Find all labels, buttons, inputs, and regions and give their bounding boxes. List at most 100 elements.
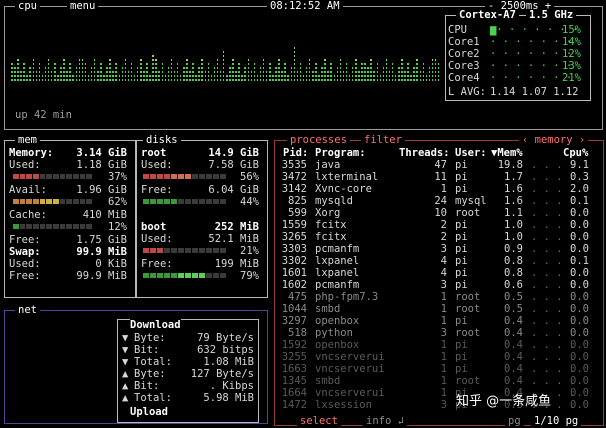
cpu-graph-dot bbox=[312, 75, 314, 77]
cpu-graph-dot bbox=[312, 79, 314, 81]
process-mem: 0.4 bbox=[504, 375, 523, 387]
process-row[interactable]: 3302 lxpanel 4 pi 0.8. . . . 0.1 bbox=[275, 255, 603, 267]
cpu-graph-dot bbox=[330, 79, 332, 81]
process-row[interactable]: 3472 lxterminal 11 pi 1.7. . . . 0.3 bbox=[275, 171, 603, 183]
mem-title[interactable]: mem bbox=[15, 134, 40, 147]
watermark: 知乎 @一条咸鱼 bbox=[456, 394, 552, 409]
process-row[interactable]: 1664 vncserverui 1 pi 0.4. . . . 0.0 bbox=[275, 387, 603, 399]
cpu-graph-dot bbox=[23, 63, 25, 65]
page-up-button[interactable]: pg bbox=[505, 415, 524, 428]
process-mem: 0.4 bbox=[504, 351, 523, 363]
cpu-graph-dot bbox=[78, 59, 81, 61]
menu-tab[interactable]: menu bbox=[67, 0, 99, 13]
process-row[interactable]: 825 mysqld 24 mysql 1.6. . . . 0.1 bbox=[275, 195, 603, 207]
process-row[interactable]: 599 Xorg 10 root 1.1. . . . 0.0 bbox=[275, 207, 603, 219]
col-program[interactable]: Program: bbox=[315, 147, 366, 159]
process-row[interactable]: 1345 smbd 1 root 0.4. . . . 0.0 bbox=[275, 375, 603, 387]
cpu-graph-dot bbox=[275, 71, 277, 73]
cpu-graph-dot bbox=[63, 63, 65, 65]
cpu-graph-dot bbox=[358, 79, 360, 81]
mem-free-value: 1.75 GiB bbox=[76, 234, 127, 246]
process-row[interactable]: 1592 openbox 1 pi 0.4. . . . 0.0 bbox=[275, 339, 603, 351]
cpu-graph-dot bbox=[44, 79, 47, 81]
process-row[interactable]: 518 python 3 root 0.4. . . . 0.0 bbox=[275, 327, 603, 339]
disks-title[interactable]: disks bbox=[143, 134, 181, 147]
cpu-graph-dot bbox=[422, 79, 425, 81]
col-mem[interactable]: ▼Mem% bbox=[491, 147, 523, 159]
process-row[interactable]: 1044 smbd 1 root 0.5. . . . 0.0 bbox=[275, 303, 603, 315]
cpu-graph-dot bbox=[17, 67, 19, 69]
select-button[interactable]: select bbox=[297, 415, 341, 428]
download-label: Download bbox=[130, 319, 181, 331]
bar-segment bbox=[157, 248, 163, 253]
cpu-graph-dot bbox=[428, 67, 431, 69]
cpu-graph-dot bbox=[149, 79, 151, 81]
cpu-graph-dot bbox=[69, 79, 71, 81]
process-cpu: 0.0 bbox=[570, 207, 589, 219]
cpu-graph-dot bbox=[20, 79, 22, 81]
cpu-graph-dot bbox=[124, 59, 127, 61]
cpu-graph-dot bbox=[115, 67, 117, 69]
process-pid: 3265 bbox=[281, 231, 307, 243]
process-pid: 1592 bbox=[281, 339, 307, 351]
swap-used-value: 0 KiB bbox=[95, 258, 127, 270]
cpu-graph-dot bbox=[348, 75, 351, 77]
cpu-graph-dot bbox=[232, 75, 234, 77]
process-row[interactable]: 3297 openbox 1 pi 0.4. . . . 0.0 bbox=[275, 315, 603, 327]
cpu-graph-dot bbox=[351, 71, 354, 73]
cpu-graph-dot bbox=[336, 75, 339, 77]
cpu-graph-dot bbox=[183, 79, 185, 81]
cpu-graph-dot bbox=[124, 63, 127, 65]
process-row[interactable]: 475 php-fpm7.3 1 root 0.5. . . . 0.0 bbox=[275, 291, 603, 303]
process-cpu: 0.0 bbox=[570, 363, 589, 375]
cpu-graph-dot bbox=[318, 79, 320, 81]
cpu-graph-dot bbox=[161, 79, 163, 81]
cpu-graph-dot bbox=[293, 51, 296, 53]
process-user: root bbox=[455, 303, 481, 315]
process-threads: 1 bbox=[440, 387, 447, 399]
process-row[interactable]: 3265 fcitx 2 pi 1.0. . . . 0.0 bbox=[275, 231, 603, 243]
col-pid[interactable]: Pid: bbox=[283, 147, 308, 159]
processes-title[interactable]: processes bbox=[287, 134, 350, 147]
process-row[interactable]: 1559 fcitx 2 pi 1.0. . . . 0.0 bbox=[275, 219, 603, 231]
cpu-graph-dot bbox=[115, 71, 117, 73]
process-row[interactable]: 3303 pcmanfm 3 pi 0.9. . . . 0.0 bbox=[275, 243, 603, 255]
process-row[interactable]: 1601 lxpanel 4 pi 0.8. . . . 0.0 bbox=[275, 267, 603, 279]
cpu-graph-dot bbox=[216, 79, 219, 81]
bar-segment bbox=[206, 273, 212, 278]
cpu-graph-dot bbox=[35, 79, 38, 81]
filter-button[interactable]: filter bbox=[361, 134, 405, 147]
process-mem: 0.8 bbox=[504, 255, 523, 267]
mem-avail-bar bbox=[13, 199, 93, 204]
col-threads[interactable]: Threads: bbox=[399, 147, 450, 159]
process-row[interactable]: 1663 vncserverui 1 pi 0.4. . . . 0.0 bbox=[275, 363, 603, 375]
cpu-graph-dot bbox=[189, 75, 191, 77]
core-label: Core2 bbox=[448, 48, 480, 60]
cpu-graph-dot bbox=[265, 79, 268, 81]
cpu-tab[interactable]: cpu bbox=[15, 0, 40, 13]
col-cpu[interactable]: Cpu% bbox=[563, 147, 588, 159]
process-row[interactable]: 3535 java 47 pi 19.8. . . . 9.1 bbox=[275, 159, 603, 171]
col-user[interactable]: User: bbox=[455, 147, 487, 159]
process-row[interactable]: 1602 pcmanfm 3 pi 0.6. . . . 0.0 bbox=[275, 279, 603, 291]
cpu-graph-dot bbox=[358, 71, 360, 73]
sort-selector[interactable]: ‹ memory › bbox=[519, 134, 589, 147]
cpu-graph-dot bbox=[152, 75, 154, 77]
cpu-graph-dot bbox=[167, 75, 170, 77]
info-button[interactable]: info ↲ bbox=[363, 415, 407, 428]
bar-segment bbox=[33, 174, 39, 179]
bar-segment bbox=[26, 199, 32, 204]
cpu-graph-dot bbox=[112, 79, 114, 81]
process-mem: 1.0 bbox=[504, 231, 523, 243]
process-row[interactable]: 1472 lxsession 3 pi 0.3. . . . 0.0 bbox=[275, 399, 603, 411]
cpu-graph-dot bbox=[146, 75, 148, 77]
process-mem: 0.5 bbox=[504, 291, 523, 303]
process-row[interactable]: 3142 Xvnc-core 1 pi 1.6. . . . 2.0 bbox=[275, 183, 603, 195]
cpu-graph-dot bbox=[355, 67, 357, 69]
cpu-graph-dot bbox=[385, 75, 388, 77]
process-row[interactable]: 3255 vncserverui 1 pi 0.4. . . . 0.0 bbox=[275, 351, 603, 363]
bar-segment bbox=[157, 199, 163, 204]
cpu-graph-dot bbox=[370, 59, 372, 61]
net-title[interactable]: net bbox=[15, 304, 40, 317]
cpu-graph-dot bbox=[155, 75, 157, 77]
